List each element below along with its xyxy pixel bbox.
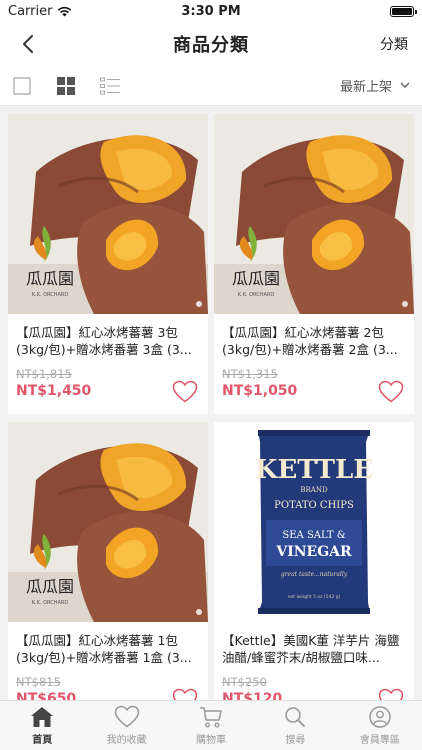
brand-logo-text: 瓜瓜園 (232, 269, 280, 288)
list-view-button[interactable] (100, 76, 120, 96)
back-button[interactable] (14, 30, 42, 58)
product-image: 瓜瓜園 K.K. ORCHARD (214, 114, 414, 314)
product-card[interactable]: KETTLE BRAND POTATO CHIPS SEA SALT & VIN… (214, 422, 414, 700)
battery-icon (390, 5, 417, 17)
search-icon (285, 707, 306, 727)
square-icon (13, 76, 31, 95)
tab-label: 首頁 (32, 735, 53, 746)
bag-product-text: POTATO CHIPS (274, 500, 354, 511)
product-title: 【瓜瓜園】紅心冰烤蕃薯 1包(3kg/包)+贈冰烤番薯 1盒 (3... (16, 633, 192, 665)
favorite-heart-icon[interactable] (378, 688, 404, 700)
tab-member[interactable]: 會員專區 (338, 701, 422, 750)
status-bar: Carrier 3:30 PM (0, 0, 422, 22)
brand-logo-subtext: K.K. ORCHARD (238, 292, 275, 298)
grid-view-button[interactable] (56, 76, 76, 96)
tab-home[interactable]: 首頁 (0, 701, 84, 750)
product-title: 【瓜瓜園】紅心冰烤蕃薯 2包(3kg/包)+贈冰烤番薯 2盒 (3... (222, 325, 398, 357)
wifi-icon (58, 6, 72, 16)
brand-logo-text: 瓜瓜園 (26, 577, 74, 596)
sort-dropdown[interactable]: 最新上架 (340, 76, 410, 95)
single-view-button[interactable] (12, 76, 32, 96)
favorite-heart-icon[interactable] (172, 380, 198, 404)
product-title: 【瓜瓜園】紅心冰烤蕃薯 3包(3kg/包)+贈冰烤番薯 3盒 (3... (16, 325, 192, 357)
product-image: 瓜瓜園 K.K. ORCHARD (8, 422, 208, 622)
favorite-heart-icon[interactable] (378, 380, 404, 404)
heart-icon (114, 705, 139, 728)
product-card[interactable]: 瓜瓜園 K.K. ORCHARD 【瓜瓜園】紅心冰烤蕃薯 3包(3kg/包)+贈… (8, 114, 208, 414)
status-time: 3:30 PM (181, 3, 241, 19)
user-icon (369, 706, 391, 728)
tab-label: 搜尋 (285, 735, 306, 746)
original-price: NT$1,315 (222, 367, 278, 381)
tab-label: 我的收藏 (106, 735, 147, 746)
bag-tagline: great taste...naturally (281, 571, 348, 578)
bag-brand-subtext: BRAND (300, 486, 328, 494)
view-toolbar: 最新上架 (0, 66, 422, 106)
bag-flavor-line2: VINEGAR (275, 544, 352, 560)
tab-label: 購物車 (196, 735, 227, 746)
brand-logo-subtext: K.K. ORCHARD (32, 600, 69, 606)
product-image: KETTLE BRAND POTATO CHIPS SEA SALT & VIN… (214, 422, 414, 622)
product-title: 【Kettle】美國K董 洋芋片 海鹽油醋/蜂蜜芥末/胡椒鹽口味... (222, 633, 400, 665)
brand-logo-text: 瓜瓜園 (26, 269, 74, 288)
brand-logo-subtext: K.K. ORCHARD (32, 292, 69, 298)
bag-brand-text: KETTLE (255, 455, 373, 485)
tab-cart[interactable]: 購物車 (169, 701, 253, 750)
product-card[interactable]: 瓜瓜園 K.K. ORCHARD 【瓜瓜園】紅心冰烤蕃薯 1包(3kg/包)+贈… (8, 422, 208, 700)
original-price: NT$1,815 (16, 367, 72, 381)
cart-icon (200, 707, 222, 728)
tab-label: 會員專區 (359, 735, 400, 746)
list-icon (100, 77, 120, 94)
product-card[interactable]: 瓜瓜園 K.K. ORCHARD 【瓜瓜園】紅心冰烤蕃薯 2包(3kg/包)+贈… (214, 114, 414, 414)
category-button[interactable]: 分類 (380, 34, 408, 54)
bag-weight: net weight 5 oz (142 g) (288, 594, 341, 600)
sort-label: 最新上架 (339, 80, 392, 95)
tab-search[interactable]: 搜尋 (253, 701, 337, 750)
original-price: NT$815 (16, 675, 61, 689)
bottom-tab-bar: 首頁 我的收藏 購物車 搜尋 會員專區 (0, 700, 422, 750)
navigation-bar: 商品分類 分類 (0, 22, 422, 66)
chevron-down-icon (400, 82, 410, 89)
favorite-heart-icon[interactable] (172, 688, 198, 700)
product-image: 瓜瓜園 K.K. ORCHARD (8, 114, 208, 314)
tab-favorites[interactable]: 我的收藏 (84, 701, 168, 750)
carrier-label: Carrier (8, 3, 53, 19)
product-grid: 瓜瓜園 K.K. ORCHARD 【瓜瓜園】紅心冰烤蕃薯 3包(3kg/包)+贈… (0, 106, 422, 700)
bag-flavor-line1: SEA SALT & (282, 530, 345, 541)
page-title: 商品分類 (173, 35, 249, 56)
grid-icon (57, 76, 75, 95)
chevron-left-icon (23, 35, 33, 53)
home-icon (31, 707, 54, 727)
original-price: NT$250 (222, 675, 267, 689)
